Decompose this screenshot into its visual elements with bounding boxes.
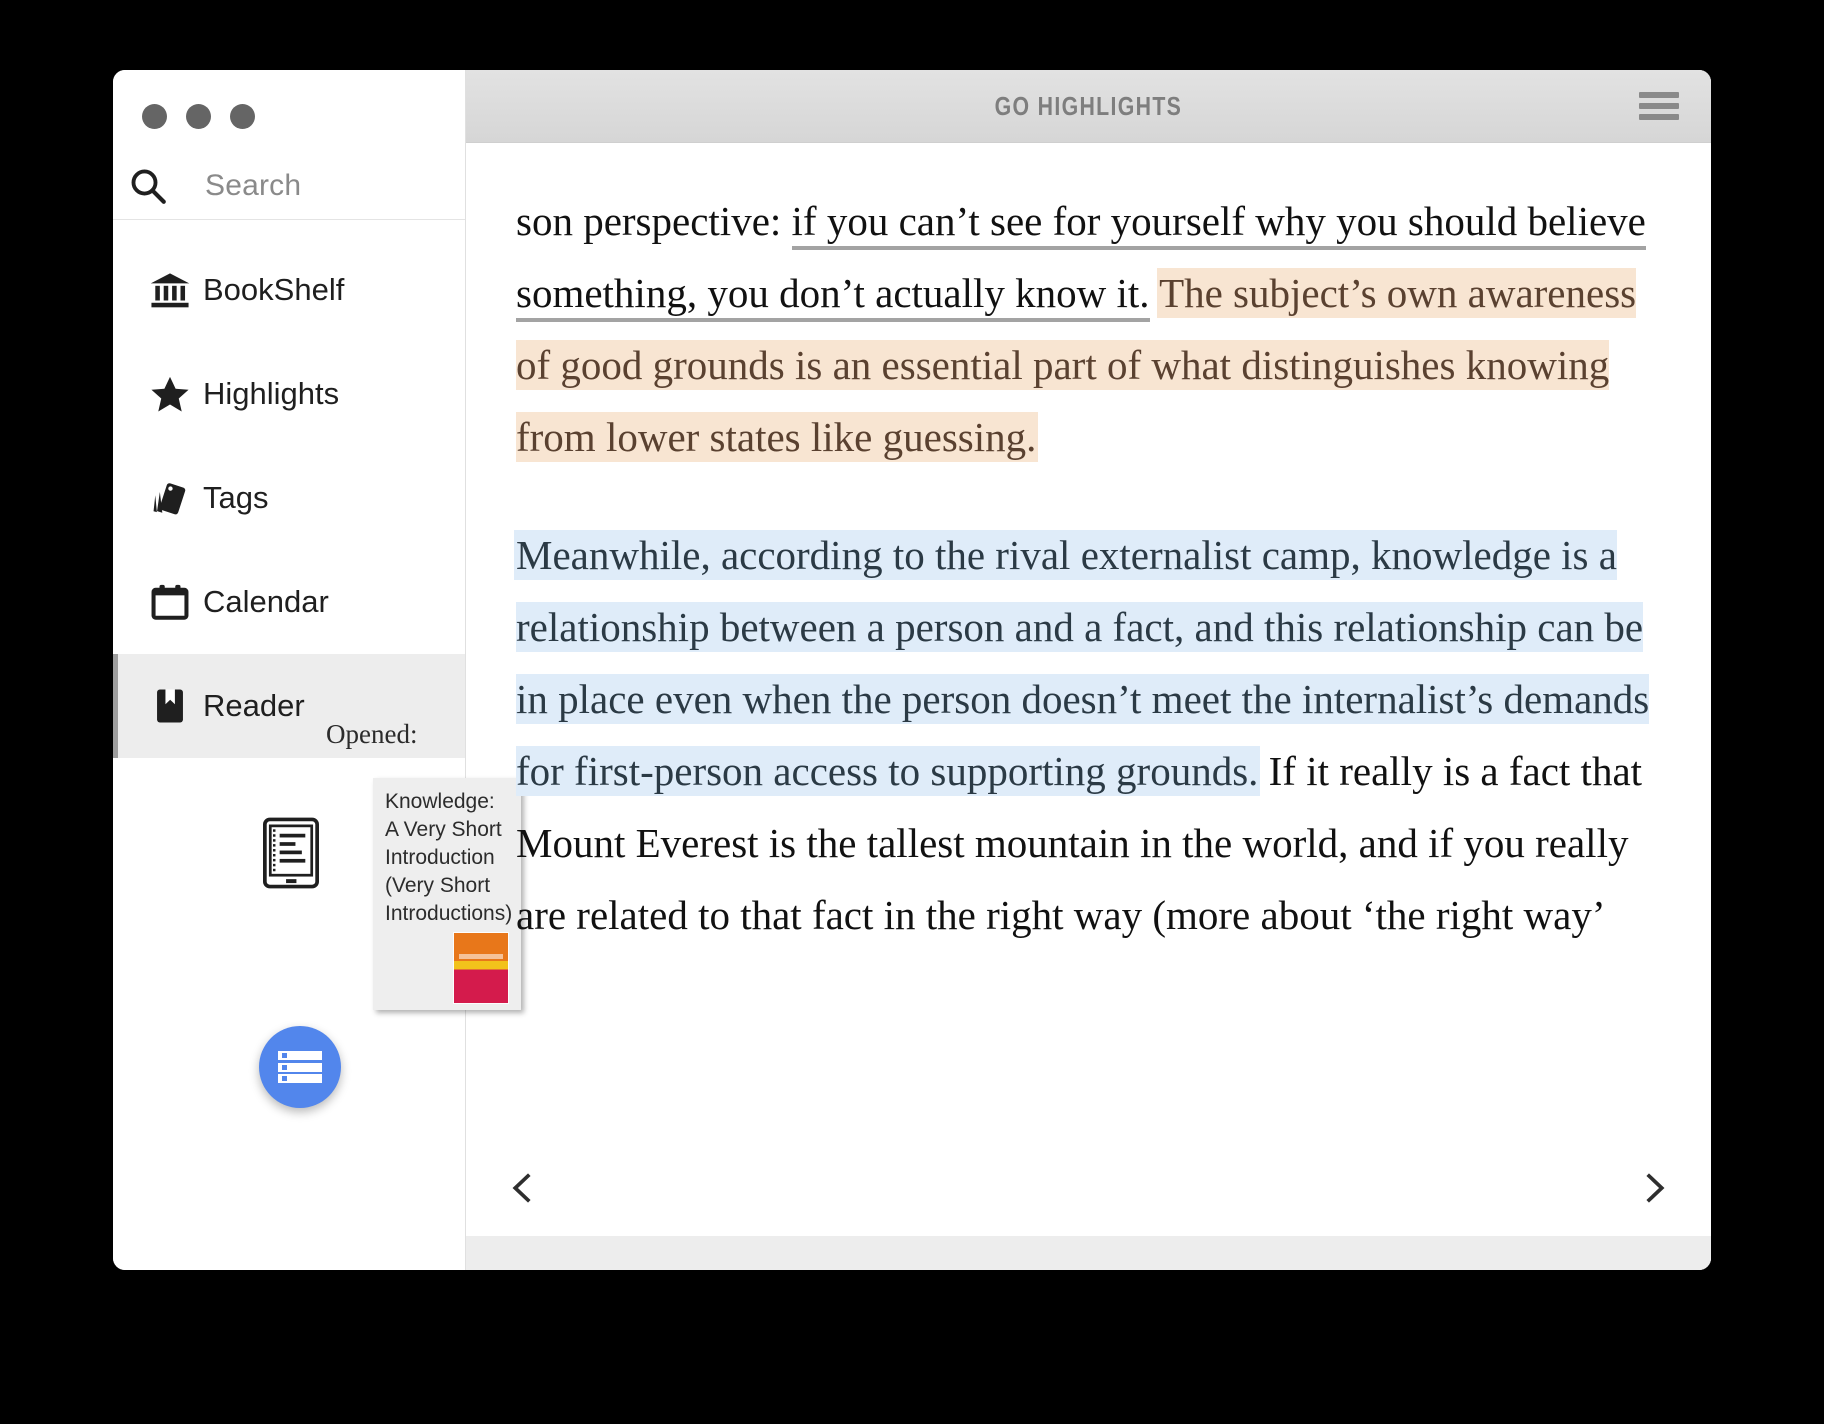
sidebar: Search BookShelf Highlights Tags Calenda…	[113, 70, 521, 1270]
text-space	[1150, 270, 1160, 316]
sidebar-item-tags[interactable]: Tags	[113, 446, 465, 550]
close-button[interactable]	[142, 104, 167, 129]
opened-label: Opened:	[326, 719, 418, 749]
main-pane: GO HIGHLIGHTS son perspective: if you ca…	[466, 70, 1711, 1270]
paragraph-2: Meanwhile, according to the rival extern…	[516, 519, 1659, 951]
sidebar-item-label: Tags	[203, 480, 269, 515]
calendar-icon	[148, 580, 192, 624]
sidebar-item-label: Highlights	[203, 376, 340, 411]
window-controls	[113, 70, 465, 129]
bank-bookshelf-icon	[148, 268, 192, 312]
previous-page-button[interactable]	[506, 1171, 540, 1205]
search-bar[interactable]: Search	[113, 153, 465, 220]
page-navigation	[466, 1140, 1711, 1236]
sidebar-item-calendar[interactable]: Calendar	[113, 550, 465, 654]
bottom-strip	[466, 1236, 1711, 1270]
page-title: GO HIGHLIGHTS	[994, 90, 1183, 121]
app-window: Search BookShelf Highlights Tags Calenda…	[113, 70, 1711, 1270]
sidebar-item-bookshelf[interactable]: BookShelf	[113, 238, 465, 342]
hamburger-menu-icon[interactable]	[1639, 87, 1679, 125]
sidebar-item-label: Calendar	[203, 584, 329, 619]
ereader-device-icon[interactable]	[261, 816, 321, 890]
star-icon	[148, 372, 192, 416]
text-plain: son perspective:	[516, 198, 792, 244]
search-input[interactable]: Search	[205, 169, 301, 203]
search-icon	[131, 169, 166, 204]
next-page-button[interactable]	[1637, 1171, 1671, 1205]
sidebar-item-reader[interactable]: Reader Opened:	[113, 654, 465, 758]
opened-book-area: Knowledge: A Very Short Introduction (Ve…	[113, 758, 521, 1010]
reader-content: son perspective: if you can’t see for yo…	[466, 143, 1711, 1140]
sidebar-item-label: Reader	[203, 688, 305, 723]
zoom-button[interactable]	[230, 104, 255, 129]
sidebar-item-label: BookShelf	[203, 272, 345, 307]
list-view-icon	[278, 1049, 322, 1086]
list-view-fab-button[interactable]	[259, 1026, 341, 1108]
paragraph-1: son perspective: if you can’t see for yo…	[516, 185, 1659, 473]
minimize-button[interactable]	[186, 104, 211, 129]
sidebar-item-highlights[interactable]: Highlights	[113, 342, 465, 446]
tags-icon	[148, 476, 192, 520]
bookmark-book-icon	[148, 684, 192, 728]
title-bar: GO HIGHLIGHTS	[466, 70, 1711, 143]
sidebar-nav: BookShelf Highlights Tags Calendar Reade…	[113, 220, 521, 1108]
